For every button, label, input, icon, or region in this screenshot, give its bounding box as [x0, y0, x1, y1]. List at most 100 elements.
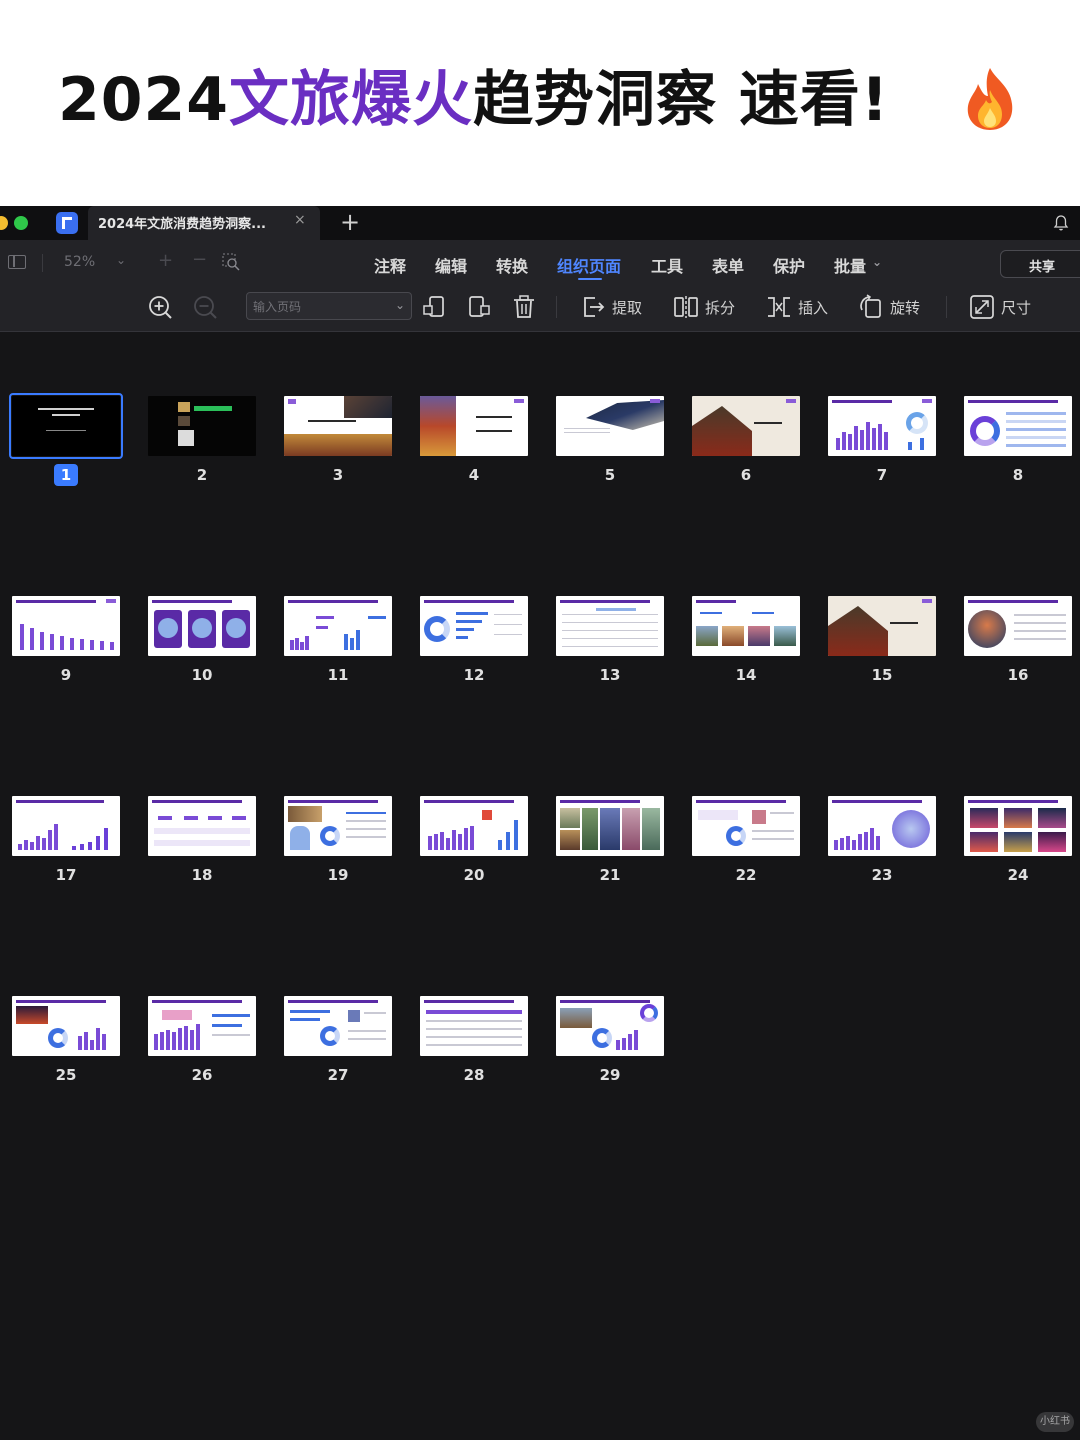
menu-tools[interactable]: 工具	[651, 253, 683, 277]
split-label[interactable]: 拆分	[705, 297, 735, 318]
ocr-search-icon[interactable]	[222, 253, 240, 271]
insert-label[interactable]: 插入	[798, 297, 828, 318]
delete-page-icon[interactable]	[511, 294, 537, 320]
preview-line	[494, 614, 522, 615]
zoom-in-icon[interactable]	[147, 294, 173, 320]
zoom-in-small-icon[interactable]: +	[158, 250, 173, 271]
zoom-out-icon[interactable]	[192, 294, 218, 320]
page-thumbnail[interactable]: 11	[284, 596, 392, 696]
bell-icon[interactable]	[1052, 214, 1070, 232]
preview-image	[16, 1006, 48, 1024]
page-size-icon[interactable]	[969, 294, 995, 320]
page-thumbnail[interactable]: 7	[828, 396, 936, 496]
page-thumbnail[interactable]: 16	[964, 596, 1072, 696]
preview-bar	[78, 1036, 82, 1050]
menu-forms[interactable]: 表单	[712, 253, 744, 277]
menu-convert[interactable]: 转换	[496, 253, 528, 277]
menu-edit[interactable]: 编辑	[435, 253, 467, 277]
page-thumbnail[interactable]: 3	[284, 396, 392, 496]
preview-bar	[48, 830, 52, 850]
insert-page-after-icon[interactable]	[466, 294, 492, 320]
menu-batch[interactable]: 批量	[834, 253, 866, 277]
page-thumbnail[interactable]: 12	[420, 596, 528, 696]
maximize-window-button[interactable]	[14, 216, 28, 230]
insert-icon[interactable]	[766, 294, 792, 320]
page-thumbnail[interactable]: 26	[148, 996, 256, 1096]
page-thumbnail[interactable]: 23	[828, 796, 936, 896]
preview-line	[290, 1010, 330, 1013]
preview-heading	[16, 800, 104, 803]
preview-image	[752, 810, 766, 824]
close-tab-icon[interactable]: ×	[294, 212, 306, 228]
menu-organize-pages[interactable]: 组织页面	[557, 253, 621, 277]
page-thumbnail[interactable]: 28	[420, 996, 528, 1096]
rotate-label[interactable]: 旋转	[890, 297, 920, 318]
batch-chevron-down-icon[interactable]: ⌄	[872, 255, 882, 269]
sidebar-toggle-icon[interactable]	[8, 255, 26, 269]
preview-line	[426, 1036, 522, 1038]
page-preview	[964, 596, 1072, 656]
page-thumbnail[interactable]: 22	[692, 796, 800, 896]
rotate-icon[interactable]	[858, 294, 884, 320]
split-icon[interactable]	[673, 294, 699, 320]
page-thumbnail[interactable]: 18	[148, 796, 256, 896]
chevron-down-icon[interactable]: ⌄	[116, 253, 126, 267]
page-thumbnail[interactable]: 17	[12, 796, 120, 896]
preview-line	[770, 812, 794, 814]
page-thumbnail[interactable]: 9	[12, 596, 120, 696]
page-thumbnail[interactable]: 25	[12, 996, 120, 1096]
menu-annotate[interactable]: 注释	[374, 253, 406, 277]
page-thumbnail[interactable]: 19	[284, 796, 392, 896]
zoom-level[interactable]: 52%	[64, 254, 95, 270]
page-thumbnail[interactable]: 27	[284, 996, 392, 1096]
page-thumbnail[interactable]: 10	[148, 596, 256, 696]
page-thumbnail[interactable]: 14	[692, 596, 800, 696]
preview-line	[212, 1034, 250, 1036]
new-tab-button[interactable]: +	[340, 207, 360, 237]
page-thumbnail[interactable]: 24	[964, 796, 1072, 896]
preview-image	[560, 1008, 592, 1028]
minimize-window-button[interactable]	[0, 216, 8, 230]
preview-bar	[870, 828, 874, 850]
page-preview	[692, 796, 800, 856]
preview-line	[562, 638, 658, 639]
insert-page-before-icon[interactable]	[421, 294, 447, 320]
page-thumbnail[interactable]: 20	[420, 796, 528, 896]
page-preview	[148, 996, 256, 1056]
preview-bar	[88, 842, 92, 850]
zoom-out-small-icon[interactable]: −	[192, 249, 207, 270]
page-size-label[interactable]: 尺寸	[1001, 297, 1031, 318]
page-number-input[interactable]	[253, 298, 389, 316]
page-preview	[556, 796, 664, 856]
page-number-field[interactable]: ⌄	[246, 292, 412, 320]
page-thumbnail[interactable]: 5	[556, 396, 664, 496]
page-thumbnail[interactable]: 29	[556, 996, 664, 1096]
headline: 2024文旅爆火趋势洞察 速看!	[58, 62, 889, 138]
page-thumbnail[interactable]: 21	[556, 796, 664, 896]
preview-donut	[726, 826, 746, 846]
preview-bar	[848, 434, 852, 450]
page-thumbnail[interactable]: 15	[828, 596, 936, 696]
page-thumbnail[interactable]: 8	[964, 396, 1072, 496]
chevron-down-icon[interactable]: ⌄	[395, 298, 405, 312]
page-thumbnail[interactable]: 4	[420, 396, 528, 496]
preview-bar	[154, 1034, 158, 1050]
preview-image	[1004, 808, 1032, 828]
extract-icon[interactable]	[580, 294, 606, 320]
extract-label[interactable]: 提取	[612, 297, 642, 318]
page-thumbnail[interactable]: 1	[9, 393, 123, 496]
page-number: 12	[463, 666, 485, 684]
preview-donut	[320, 1026, 340, 1046]
preview-line	[38, 408, 94, 410]
preview-bar	[196, 1024, 200, 1050]
preview-bar	[434, 834, 438, 850]
page-thumbnail[interactable]: 2	[148, 396, 256, 496]
page-number: 26	[191, 1066, 213, 1084]
menu-protect[interactable]: 保护	[773, 253, 805, 277]
preview-line	[700, 612, 722, 614]
page-thumbnail[interactable]: 6	[692, 396, 800, 496]
share-button[interactable]: 共享	[1000, 250, 1080, 278]
page-thumbnail[interactable]: 13	[556, 596, 664, 696]
preview-bar	[18, 844, 22, 850]
document-tab[interactable]: 2024年文旅消费趋势洞察... ×	[88, 206, 320, 240]
